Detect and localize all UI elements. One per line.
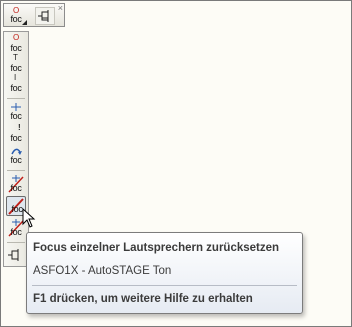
mouse-cursor-icon: [22, 208, 36, 228]
pin-side-button[interactable]: [6, 245, 26, 265]
focus-cross-strike-button[interactable]: foc: [6, 174, 26, 194]
pin-icon: [38, 10, 49, 22]
tooltip-divider: [32, 285, 297, 286]
tool-label: foc: [10, 183, 22, 193]
tool-label: foc: [10, 43, 22, 53]
focus-top-button[interactable]: T foc: [6, 54, 26, 74]
focus-circle-button[interactable]: O foc: [6, 34, 26, 54]
focus-rotate-button[interactable]: foc: [6, 146, 26, 166]
focus-vertical-button[interactable]: I foc: [6, 74, 26, 94]
tool-label: foc: [10, 133, 22, 143]
tooltip: Focus einzelner Lautsprechern zurücksetz…: [26, 232, 303, 314]
toolbar-separator: [7, 98, 25, 99]
toolbar-separator: [7, 170, 25, 171]
toolbar-separator: [7, 242, 25, 243]
focus-circle-icon: O: [13, 33, 20, 42]
dropdown-arrow-icon: [22, 20, 27, 25]
side-toolbar: O foc T foc I foc foc ! foc foc foc foc …: [3, 31, 29, 267]
focus-tool-button[interactable]: O foc: [6, 7, 27, 25]
pin-button[interactable]: [35, 7, 55, 25]
tool-label: foc: [10, 83, 22, 93]
focus-cross-button[interactable]: foc: [6, 102, 26, 122]
tooltip-title: Focus einzelner Lautsprechern zurücksetz…: [33, 242, 280, 254]
close-icon[interactable]: ×: [58, 4, 63, 13]
tooltip-help: F1 drücken, um weitere Hilfe zu erhalten: [33, 293, 253, 305]
floating-toolbar: O foc ×: [3, 3, 65, 27]
focus-top-icon: T: [13, 53, 18, 62]
tool-label: foc: [10, 111, 22, 121]
pin-icon: [8, 249, 19, 261]
focus-line-icon: !: [18, 123, 21, 132]
tooltip-body: ASFO1X - AutoSTAGE Ton: [33, 265, 172, 277]
focus-line-button[interactable]: ! foc: [6, 124, 26, 144]
tool-label: foc: [10, 155, 22, 165]
focus-vertical-icon: I: [14, 73, 17, 82]
tool-label: foc: [10, 227, 22, 237]
tool-label: foc: [10, 63, 22, 73]
